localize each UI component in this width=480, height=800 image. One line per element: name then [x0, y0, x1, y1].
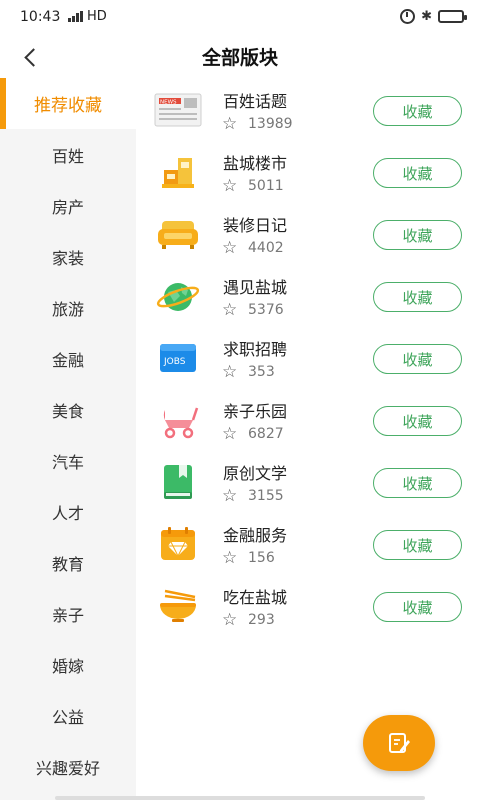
board-count: 6827 — [248, 426, 284, 442]
sidebar-item-label: 兴趣爱好 — [35, 758, 100, 778]
edit-note-icon — [389, 733, 410, 753]
board-count: 293 — [248, 612, 275, 628]
favorite-button[interactable]: 收藏 — [373, 158, 462, 188]
sidebar-item-baixing[interactable]: 百姓 — [0, 129, 136, 180]
book-icon — [154, 462, 202, 502]
header: 全部版块 — [0, 36, 480, 78]
board-count: 5011 — [248, 178, 284, 194]
star-icon: ☆ — [222, 610, 238, 630]
sidebar-item-education[interactable]: 教育 — [0, 537, 136, 588]
sidebar-item-label: 汽车 — [51, 452, 84, 472]
board-name: 金融服务 — [223, 526, 288, 545]
sidebar-item-recommended[interactable]: 推荐收藏 — [0, 78, 136, 129]
sidebar-item-parenting[interactable]: 亲子 — [0, 588, 136, 639]
page-title: 全部版块 — [201, 47, 278, 69]
battery-icon — [438, 10, 467, 23]
favorite-button[interactable]: 收藏 — [373, 282, 462, 312]
board-name: 吃在盐城 — [223, 588, 288, 607]
board-row[interactable]: 遇见盐城 ☆ 5376 收藏 — [136, 266, 480, 328]
signal-indicator: HD — [68, 9, 107, 24]
board-count: 3155 — [248, 488, 284, 504]
sidebar-item-talent[interactable]: 人才 — [0, 486, 136, 537]
sidebar-item-label: 推荐收藏 — [34, 96, 102, 116]
star-icon: ☆ — [222, 486, 238, 506]
board-count: 353 — [248, 364, 275, 380]
sidebar-item-label: 教育 — [51, 554, 84, 574]
star-icon: ☆ — [222, 300, 238, 320]
star-icon: ☆ — [222, 424, 238, 444]
sidebar-item-label: 人才 — [51, 503, 84, 523]
newspaper-icon: NEWS — [154, 90, 202, 130]
stroller-icon — [154, 400, 202, 440]
sidebar-item-homedecor[interactable]: 家装 — [0, 231, 136, 282]
svg-text:JOBS: JOBS — [163, 357, 186, 367]
board-row[interactable]: 亲子乐园 ☆ 6827 收藏 — [136, 390, 480, 452]
board-count: 5376 — [248, 302, 284, 318]
favorite-button[interactable]: 收藏 — [373, 220, 462, 250]
svg-text:NEWS: NEWS — [160, 100, 177, 106]
star-icon: ☆ — [222, 238, 238, 258]
network-type: HD — [87, 9, 107, 24]
board-row[interactable]: 吃在盐城 ☆ 293 收藏 — [136, 576, 480, 638]
signal-icon — [68, 11, 83, 22]
board-count: 4402 — [248, 240, 284, 256]
sidebar-item-label: 公益 — [51, 707, 84, 727]
board-name: 装修日记 — [223, 216, 288, 235]
sidebar-item-label: 旅游 — [51, 299, 84, 319]
board-row[interactable]: NEWS 百姓话题 ☆ 13989 收藏 — [136, 80, 480, 142]
sidebar-item-label: 婚嫁 — [51, 656, 84, 676]
sidebar-item-wedding[interactable]: 婚嫁 — [0, 639, 136, 690]
board-name: 百姓话题 — [223, 92, 288, 111]
sidebar-item-label: 亲子 — [51, 605, 84, 625]
sidebar-item-finance[interactable]: 金融 — [0, 333, 136, 384]
sidebar-item-food[interactable]: 美食 — [0, 384, 136, 435]
home-indicator — [55, 796, 425, 800]
status-bar: 10:43 HD ✱ — [0, 0, 480, 36]
sidebar-item-charity[interactable]: 公益 — [0, 690, 136, 741]
sidebar-item-label: 房产 — [51, 197, 84, 217]
noodle-bowl-icon — [154, 586, 202, 626]
board-name: 原创文学 — [223, 464, 288, 483]
board-name: 求职招聘 — [223, 340, 288, 359]
board-count: 13989 — [248, 116, 293, 132]
favorite-button[interactable]: 收藏 — [373, 468, 462, 498]
board-name: 遇见盐城 — [223, 278, 288, 297]
sidebar-item-hobbies[interactable]: 兴趣爱好 — [0, 741, 136, 792]
alarm-icon — [400, 9, 416, 24]
sidebar-item-label: 百姓 — [51, 146, 84, 166]
board-count: 156 — [248, 550, 275, 566]
board-row[interactable]: 金融服务 ☆ 156 收藏 — [136, 514, 480, 576]
board-row[interactable]: 装修日记 ☆ 4402 收藏 — [136, 204, 480, 266]
favorite-button[interactable]: 收藏 — [373, 406, 462, 436]
compose-post-button[interactable] — [363, 715, 435, 771]
board-row[interactable]: 原创文学 ☆ 3155 收藏 — [136, 452, 480, 514]
buildings-icon — [154, 152, 202, 192]
favorite-button[interactable]: 收藏 — [373, 530, 462, 560]
star-icon: ☆ — [222, 548, 238, 568]
sidebar-item-label: 家装 — [51, 248, 84, 268]
board-row[interactable]: 盐城楼市 ☆ 5011 收藏 — [136, 142, 480, 204]
sidebar-item-auto[interactable]: 汽车 — [0, 435, 136, 486]
sofa-icon — [154, 214, 202, 254]
sidebar-item-label: 金融 — [51, 350, 84, 370]
bluetooth-icon: ✱ — [421, 9, 432, 24]
favorite-button[interactable]: 收藏 — [373, 592, 462, 622]
favorite-button[interactable]: 收藏 — [373, 344, 462, 374]
diamond-card-icon — [154, 524, 202, 564]
globe-icon — [154, 276, 202, 316]
star-icon: ☆ — [222, 176, 238, 196]
favorite-button[interactable]: 收藏 — [373, 96, 462, 126]
category-sidebar: 推荐收藏 百姓 房产 家装 旅游 金融 美食 汽车 人才 教育 亲子 婚嫁 公益… — [0, 78, 136, 800]
jobs-icon: JOBS — [154, 338, 202, 378]
sidebar-item-travel[interactable]: 旅游 — [0, 282, 136, 333]
sidebar-item-realestate[interactable]: 房产 — [0, 180, 136, 231]
status-time: 10:43 — [20, 9, 61, 25]
board-name: 亲子乐园 — [223, 402, 288, 421]
board-name: 盐城楼市 — [223, 154, 288, 173]
board-row[interactable]: JOBS 求职招聘 ☆ 353 收藏 — [136, 328, 480, 390]
sidebar-item-label: 美食 — [51, 401, 84, 421]
star-icon: ☆ — [222, 362, 238, 382]
star-icon: ☆ — [222, 114, 238, 134]
